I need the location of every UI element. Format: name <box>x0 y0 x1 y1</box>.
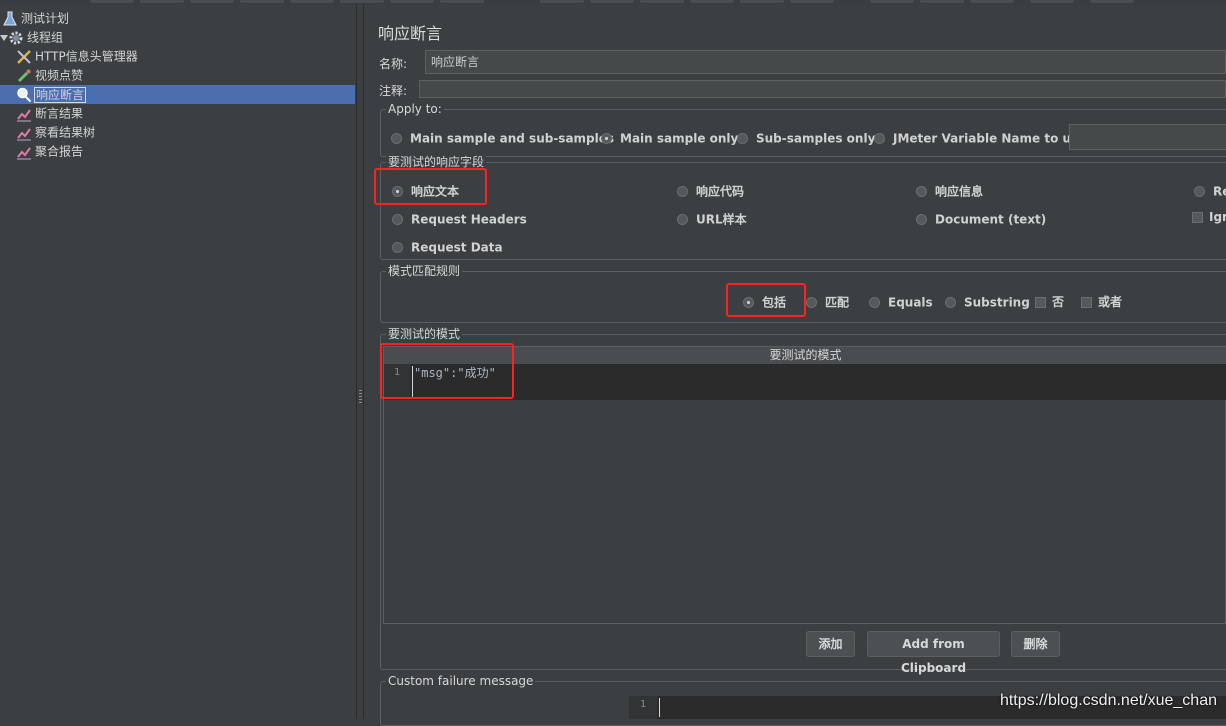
pattern-rules-title: 模式匹配规则 <box>386 264 463 278</box>
magnifier-icon <box>17 87 32 102</box>
radio-main-sample-only[interactable]: Main sample only <box>601 130 738 147</box>
tree-item-view-results-tree[interactable]: 察看结果树 <box>16 123 95 141</box>
radio-dot <box>392 214 403 225</box>
custom-failure-title: Custom failure message <box>386 674 536 688</box>
radio-dot <box>945 297 956 308</box>
highlight-contains <box>726 283 806 317</box>
checkbox-box <box>1035 297 1046 308</box>
tree-item-label: 测试计划 <box>21 11 70 26</box>
tree-item-label: 视频点赞 <box>35 68 84 83</box>
jmeter-variable-input[interactable] <box>1069 124 1226 150</box>
tree-item-label: 响应断言 <box>33 86 87 103</box>
response-assertion-panel: 响应断言 名称: 响应断言 注释: Apply to: Main sample … <box>366 4 1226 726</box>
radio-dot <box>677 214 688 225</box>
radio-dot <box>916 214 927 225</box>
radio-document-text[interactable]: Document (text) <box>916 211 1046 228</box>
or-checkbox[interactable]: 或者 <box>1081 294 1122 310</box>
splitter-grip-icon[interactable] <box>359 390 362 404</box>
tree-item-label: 断言结果 <box>35 106 84 121</box>
radio-dot <box>392 242 403 253</box>
response-field-group: 要测试的响应字段 响应文本 响应代码 响应信息 Re Request Heade… <box>380 155 1226 260</box>
radio-response-code[interactable]: 响应代码 <box>677 183 744 200</box>
comment-label: 注释: <box>379 84 408 98</box>
chevron-down-icon[interactable] <box>0 35 8 41</box>
radio-dot <box>391 133 402 144</box>
pipette-icon <box>17 69 31 82</box>
patterns-title: 要测试的模式 <box>386 327 463 341</box>
chart-icon <box>17 127 31 140</box>
tree-item-label: 线程组 <box>27 30 64 45</box>
ignore-status-checkbox[interactable]: Igr <box>1192 209 1226 225</box>
tree-item-video-like[interactable]: 视频点赞 <box>16 66 83 84</box>
radio-dot <box>874 133 885 144</box>
radio-request-headers[interactable]: Request Headers <box>392 211 527 228</box>
tree-item-response-assertion[interactable]: 响应断言 <box>16 85 87 103</box>
radio-dot <box>806 297 817 308</box>
tree-item-thread-group[interactable]: 线程组 <box>8 28 63 46</box>
tools-icon <box>17 49 31 64</box>
comment-input[interactable] <box>419 80 1226 98</box>
radio-dot <box>737 133 748 144</box>
delete-button[interactable]: 删除 <box>1011 631 1060 657</box>
tree-item-http-header-manager[interactable]: HTTP信息头管理器 <box>16 47 138 65</box>
radio-sub-samples-only[interactable]: Sub-samples only <box>737 130 875 147</box>
radio-substring[interactable]: Substring <box>945 294 1030 311</box>
radio-equals[interactable]: Equals <box>869 294 933 311</box>
tree-item-assertion-results[interactable]: 断言结果 <box>16 104 83 122</box>
radio-dot <box>677 186 688 197</box>
panel-splitter[interactable] <box>356 4 364 719</box>
name-label: 名称: <box>379 57 408 71</box>
not-checkbox[interactable]: 否 <box>1035 294 1064 310</box>
radio-request-data[interactable]: Request Data <box>392 239 503 256</box>
radio-matches[interactable]: 匹配 <box>806 294 849 311</box>
radio-response-message[interactable]: 响应信息 <box>916 183 983 200</box>
apply-to-title: Apply to: <box>386 102 444 116</box>
apply-to-group: Apply to: Main sample and sub-samples Ma… <box>380 102 1226 157</box>
flask-icon <box>3 11 17 25</box>
tree-item-aggregate-report[interactable]: 聚合报告 <box>16 142 83 160</box>
add-from-clipboard-button[interactable]: Add from Clipboard <box>867 631 1000 675</box>
chart-icon <box>17 108 31 121</box>
gear-icon <box>9 31 23 44</box>
radio-dot <box>1194 186 1205 197</box>
highlight-pattern <box>380 343 514 399</box>
tree-item-label: 察看结果树 <box>35 125 96 140</box>
chart-icon <box>17 146 31 159</box>
radio-dot <box>869 297 880 308</box>
response-field-title: 要测试的响应字段 <box>386 155 487 169</box>
test-plan-tree: 测试计划 线程组 HTTP信息头管理器 视频点赞 响应断言 断言结果 察看结果树… <box>0 4 356 719</box>
checkbox-box <box>1081 297 1092 308</box>
text-caret <box>659 698 660 717</box>
radio-dot-selected <box>601 133 612 144</box>
watermark: https://blog.csdn.net/xue_chan <box>999 692 1217 709</box>
add-button[interactable]: 添加 <box>806 631 855 657</box>
line-number: 1 <box>629 696 657 719</box>
radio-response-headers[interactable]: Re <box>1194 183 1226 200</box>
radio-jmeter-variable[interactable]: JMeter Variable Name to use <box>874 130 1086 147</box>
name-input[interactable]: 响应断言 <box>425 50 1226 74</box>
page-title: 响应断言 <box>378 24 443 43</box>
radio-main-and-sub-samples[interactable]: Main sample and sub-samples <box>391 130 614 147</box>
radio-dot <box>916 186 927 197</box>
highlight-response-text <box>374 168 487 205</box>
tree-item-test-plan[interactable]: 测试计划 <box>2 9 69 27</box>
checkbox-box <box>1192 212 1203 223</box>
radio-url-sample[interactable]: URL样本 <box>677 211 747 228</box>
tree-item-label: HTTP信息头管理器 <box>35 49 138 64</box>
tree-item-label: 聚合报告 <box>35 144 84 159</box>
